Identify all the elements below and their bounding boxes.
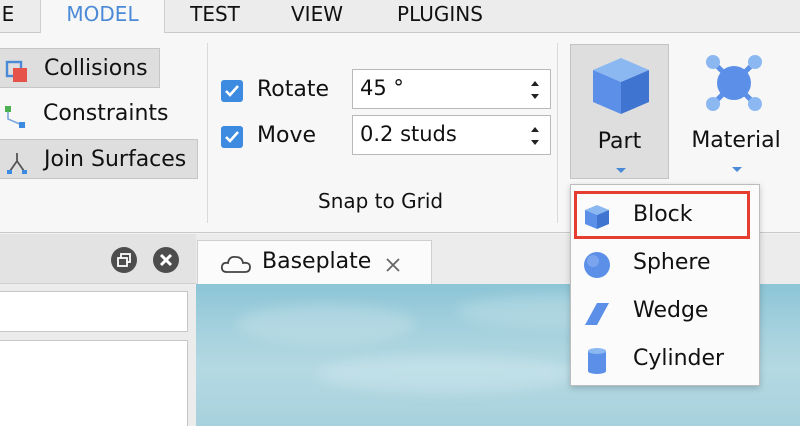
constraints-label: Constraints — [43, 101, 169, 126]
menu-item-label: Wedge — [633, 298, 709, 323]
selection-highlight — [574, 191, 750, 239]
rotate-checkbox[interactable] — [221, 80, 243, 102]
material-label: Material — [691, 128, 781, 153]
wedge-icon — [585, 303, 609, 325]
tab-baseplate[interactable]: Baseplate — [197, 240, 432, 284]
menu-bar: E MODEL TEST VIEW PLUGINS — [0, 0, 800, 34]
close-tab-icon[interactable] — [385, 257, 401, 273]
cylinder-icon — [588, 348, 606, 374]
menu-item-label: Cylinder — [633, 346, 725, 371]
chevron-down-icon — [732, 167, 742, 172]
checkmark-icon — [225, 85, 239, 97]
panel-header — [0, 234, 196, 284]
tab-view[interactable]: VIEW — [272, 0, 362, 33]
rotate-label: Rotate — [257, 77, 330, 102]
panel-filter-input[interactable] — [0, 291, 188, 332]
snap-group-title: Snap to Grid — [318, 189, 444, 213]
ribbon-divider — [207, 43, 208, 223]
restore-window-icon — [117, 253, 131, 267]
tab-plugins[interactable]: PLUGINS — [378, 0, 502, 33]
sky-cloud — [236, 304, 416, 344]
menu-item-sphere[interactable]: Sphere — [571, 239, 761, 287]
spin-arrows-icon[interactable] — [530, 78, 540, 102]
move-checkbox[interactable] — [221, 126, 243, 148]
left-dock-panel — [0, 234, 196, 426]
panel-tree-view[interactable] — [0, 340, 188, 426]
move-label: Move — [257, 123, 316, 148]
material-icon — [706, 55, 762, 111]
menu-item-wedge[interactable]: Wedge — [571, 287, 761, 335]
constraints-button[interactable]: Constraints — [0, 94, 178, 134]
constraints-icon — [4, 103, 28, 128]
join-surfaces-button[interactable]: Join Surfaces — [0, 139, 198, 179]
part-label: Part — [597, 129, 642, 154]
checkmark-icon — [225, 131, 239, 143]
part-button[interactable]: Part — [570, 44, 669, 179]
restore-window-button[interactable] — [111, 247, 137, 273]
collisions-icon — [5, 58, 29, 82]
menu-item-cylinder[interactable]: Cylinder — [571, 335, 761, 383]
part-cube-icon — [593, 58, 649, 114]
move-spinbox[interactable]: 0.2 studs — [352, 115, 551, 155]
sky-cloud — [316, 354, 576, 394]
material-button[interactable]: Material — [683, 44, 789, 179]
collisions-button[interactable]: Collisions — [0, 48, 160, 88]
tab-test[interactable]: TEST — [172, 0, 258, 33]
rotate-value: 45 ° — [360, 76, 404, 100]
tab-model[interactable]: MODEL — [40, 0, 165, 34]
move-value: 0.2 studs — [360, 122, 457, 146]
collisions-label: Collisions — [44, 56, 148, 81]
join-surfaces-label: Join Surfaces — [44, 147, 187, 172]
chevron-down-icon — [616, 168, 626, 173]
cloud-icon — [220, 255, 251, 273]
close-icon — [159, 253, 173, 267]
sphere-icon — [584, 252, 610, 278]
tab-home[interactable]: E — [0, 0, 26, 33]
rotate-spinbox[interactable]: 45 ° — [352, 69, 551, 109]
menu-item-label: Sphere — [633, 250, 711, 275]
ribbon-divider — [557, 43, 558, 223]
document-tab-label: Baseplate — [262, 249, 372, 274]
join-surfaces-icon — [5, 149, 29, 174]
spin-arrows-icon[interactable] — [530, 124, 540, 148]
close-panel-button[interactable] — [153, 247, 179, 273]
